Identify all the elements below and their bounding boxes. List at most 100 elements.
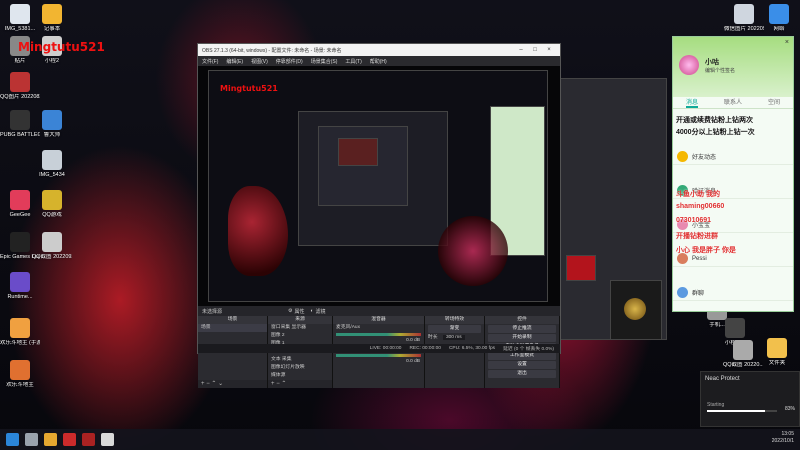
game-emblem-icon bbox=[624, 298, 646, 320]
desktop-icon[interactable]: QQ截图 20220926... bbox=[32, 232, 72, 261]
menu-item[interactable]: 编辑(E) bbox=[226, 58, 243, 65]
scene-controls: + − ⌃ ⌄ bbox=[198, 380, 267, 388]
menu-item[interactable]: 工具(T) bbox=[345, 58, 361, 65]
taskbar-app-icon[interactable] bbox=[25, 433, 38, 446]
filter-icon[interactable]: ◐ bbox=[311, 308, 314, 314]
desktop-icon[interactable]: 记事本 bbox=[35, 4, 69, 33]
desktop-icon[interactable]: 欢乐斗地主 (手游电脑版) bbox=[0, 318, 40, 347]
qq-list-item[interactable]: 好友动态 bbox=[673, 149, 793, 165]
obs-titlebar[interactable]: OBS 27.1.3 (64-bit, windows) - 配置文件: 未命名… bbox=[198, 44, 560, 56]
qq-tab[interactable]: 联系人 bbox=[724, 97, 742, 108]
obs-preview[interactable]: Mingtutu521 bbox=[198, 66, 560, 306]
qq-item-name: 好友动态 bbox=[692, 155, 717, 161]
danmu-text: 斗鱼小助 我的 bbox=[676, 191, 720, 198]
menu-item[interactable]: 文件(F) bbox=[202, 58, 218, 65]
source-item[interactable]: 媒体源 bbox=[268, 372, 332, 380]
close-icon[interactable]: × bbox=[542, 47, 556, 53]
obs-menubar: 文件(F) 编辑(E) 视图(V) 停靠部件(D) 场景集合(S) 工具(T) 帮助(H) bbox=[198, 56, 560, 66]
desktop-icon-label: 微信图片 2022092... bbox=[724, 26, 764, 32]
filters-button[interactable]: 滤镜 bbox=[316, 308, 326, 315]
toast-progress-fill bbox=[707, 410, 766, 412]
up-icon[interactable]: ⌃ bbox=[211, 381, 216, 387]
obs-title: OBS 27.1.3 (64-bit, windows) - 配置文件: 未命名… bbox=[202, 47, 342, 54]
app-icon bbox=[10, 190, 30, 210]
desktop-icon-label: QQ截图 20220926... bbox=[32, 254, 72, 260]
qq-tab[interactable]: 消息 bbox=[685, 97, 698, 108]
clock-date: 2022/10/1 bbox=[771, 438, 794, 444]
control-button[interactable]: 停止推流 bbox=[488, 325, 556, 333]
qq-signature[interactable]: 编辑个性签名 bbox=[705, 67, 735, 74]
menu-item[interactable]: 场景集合(S) bbox=[311, 58, 338, 65]
taskbar-icons bbox=[0, 433, 114, 446]
toast-progress bbox=[707, 410, 777, 412]
control-button[interactable]: 开始录制 bbox=[488, 334, 556, 342]
desktop-icon[interactable]: 欢乐斗地主 bbox=[3, 360, 37, 389]
desktop-icon[interactable]: 网络 bbox=[762, 4, 796, 33]
avatar[interactable] bbox=[679, 55, 699, 75]
desktop-icon-label: QQ截图 20220... bbox=[723, 362, 763, 368]
qq-tabs: 消息 联系人 空间 bbox=[673, 97, 793, 109]
qq-item-name: Pessi bbox=[692, 255, 707, 262]
source-item[interactable]: 文本 采集 bbox=[268, 356, 332, 364]
menu-item[interactable]: 停靠部件(D) bbox=[276, 58, 303, 65]
qq-list-item[interactable]: 群聊 bbox=[673, 285, 793, 301]
remove-icon[interactable]: − bbox=[276, 381, 280, 387]
taskbar-app-icon[interactable] bbox=[63, 433, 76, 446]
app-icon bbox=[10, 360, 30, 380]
system-tray[interactable]: 13:05 2022/10/1 bbox=[772, 431, 794, 445]
properties-button[interactable]: 属性 bbox=[294, 308, 304, 315]
qq-tab[interactable]: 空间 bbox=[768, 97, 780, 108]
up-icon[interactable]: ⌃ bbox=[281, 381, 286, 387]
desktop-icon[interactable]: QQ截图 20220... bbox=[723, 340, 763, 369]
preview-watermark: Mingtutu521 bbox=[220, 84, 278, 93]
minimize-icon[interactable]: – bbox=[514, 47, 528, 53]
obs-window[interactable]: OBS 27.1.3 (64-bit, windows) - 配置文件: 未命名… bbox=[197, 43, 561, 388]
desktop-icon-label: 欢乐斗地主 (手游电脑版) bbox=[0, 340, 40, 346]
desktop-icon[interactable]: QQ图片 20220823... bbox=[0, 72, 40, 101]
danmu-text: 小心 我是胖子 你是 bbox=[676, 247, 736, 254]
maximize-icon[interactable]: □ bbox=[528, 47, 542, 53]
down-icon[interactable]: ⌄ bbox=[218, 381, 223, 387]
desktop-icon-label: 小程2 bbox=[44, 58, 60, 64]
app-icon bbox=[769, 4, 789, 24]
add-icon[interactable]: + bbox=[271, 381, 275, 387]
clock-time: 13:05 bbox=[781, 431, 794, 437]
app-icon bbox=[767, 338, 787, 358]
danmu-text: 073010691 bbox=[676, 217, 712, 224]
taskbar-app-icon[interactable] bbox=[44, 433, 57, 446]
qq-list: 好友动态 验证消息 小宝宝 Pessi 群聊 bbox=[673, 149, 793, 301]
source-item[interactable]: 图像 2 bbox=[268, 332, 332, 340]
control-button[interactable]: 退出 bbox=[488, 370, 556, 378]
taskbar: 13:05 2022/10/1 bbox=[0, 429, 800, 450]
source-item[interactable]: 窗口采集 显示器 bbox=[268, 324, 332, 332]
remove-icon[interactable]: − bbox=[206, 381, 210, 387]
close-icon[interactable]: × bbox=[785, 39, 789, 46]
menu-item[interactable]: 帮助(H) bbox=[370, 58, 387, 65]
start-icon[interactable] bbox=[6, 433, 19, 446]
app-icon bbox=[733, 340, 753, 360]
scenes-header: 场景 bbox=[198, 316, 267, 324]
desktop-icon[interactable]: QQ游戏 bbox=[35, 190, 69, 219]
taskbar-app-icon[interactable] bbox=[82, 433, 95, 446]
desktop-icon[interactable]: 鲁大师 bbox=[35, 110, 69, 139]
gear-icon[interactable]: ⚙ bbox=[288, 308, 292, 314]
add-icon[interactable]: + bbox=[201, 381, 205, 387]
source-toolbar: 未选择源 ⚙ 属性 ◐ 滤镜 bbox=[198, 306, 560, 316]
scene-item[interactable]: 场景 bbox=[198, 324, 267, 332]
mixer-channel-name: 麦克风/Aux bbox=[336, 325, 360, 330]
taskbar-app-icon[interactable] bbox=[101, 433, 114, 446]
control-button[interactable]: 设置 bbox=[488, 361, 556, 369]
source-item[interactable]: 图像幻灯片放映 bbox=[268, 364, 332, 372]
desktop-icon-label: IMG_5434 bbox=[39, 172, 65, 178]
notification-toast[interactable]: Neac Protect Starting 83% bbox=[700, 371, 800, 427]
desktop-icon[interactable]: Runtime... bbox=[3, 272, 37, 301]
desktop-icon[interactable]: IMG_5434 bbox=[35, 150, 69, 179]
app-icon bbox=[10, 72, 30, 92]
qq-panel[interactable]: 小咕 编辑个性签名 × 消息 联系人 空间 好友动态 验证消息 小宝宝 Pessi 群聊 开… bbox=[672, 36, 794, 312]
control-button[interactable]: 工作室模式 bbox=[488, 352, 556, 360]
transition-select[interactable]: 渐变 bbox=[428, 325, 481, 333]
desktop-icon[interactable]: 微信图片 2022092... bbox=[724, 4, 764, 33]
menu-item[interactable]: 视图(V) bbox=[251, 58, 268, 65]
duration-input[interactable]: 300 ms bbox=[442, 335, 465, 340]
desktop-icon[interactable]: 文件夹 bbox=[760, 338, 794, 367]
